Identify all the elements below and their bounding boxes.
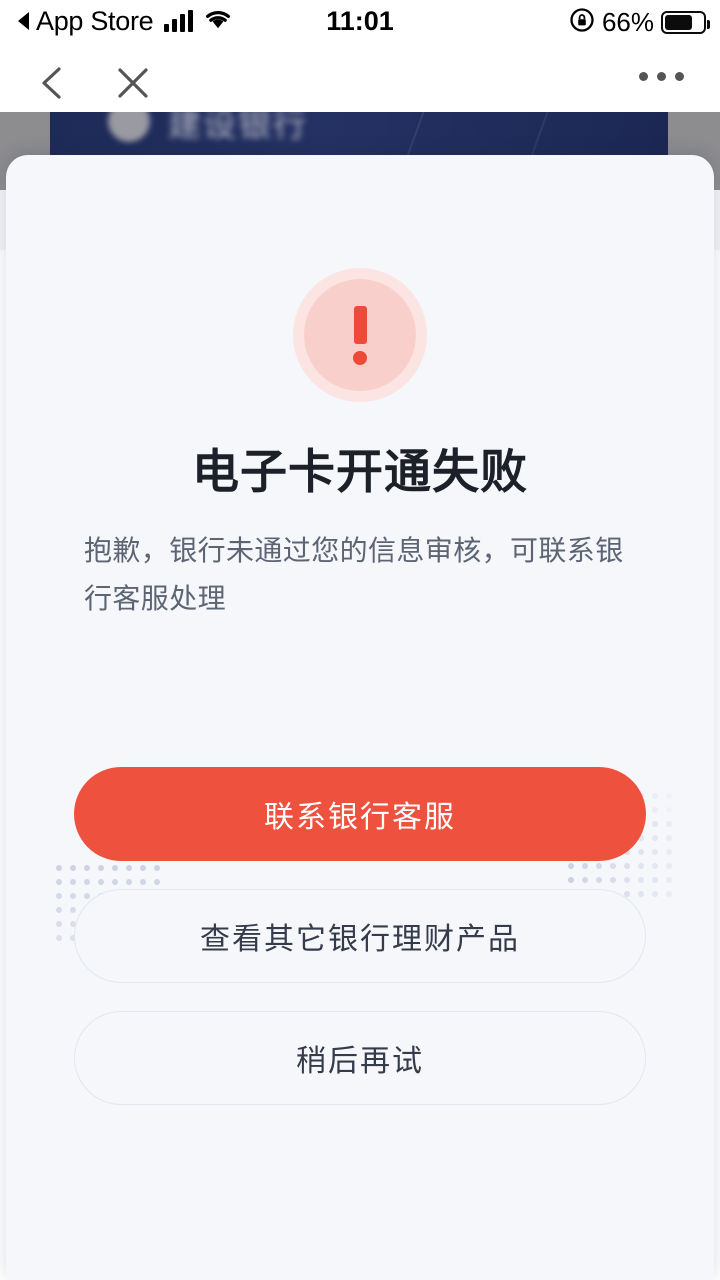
dot [624, 863, 630, 869]
more-dot [675, 72, 684, 81]
dot [652, 877, 658, 883]
dot [652, 821, 658, 827]
dot [568, 863, 574, 869]
modal-description: 抱歉，银行未通过您的信息审核，可联系银行客服处理 [84, 535, 624, 614]
webview-nav-bar [0, 50, 720, 112]
dot [666, 891, 672, 897]
dot [610, 863, 616, 869]
result-modal-card: 电子卡开通失败 抱歉，银行未通过您的信息审核，可联系银行客服处理 联系银行客服 … [6, 155, 714, 1280]
dot [652, 835, 658, 841]
phone-screen: App Store 11:01 66% 建设银行 电子卡开通失败 抱歉，银行未通… [0, 0, 720, 1280]
dot [666, 849, 672, 855]
status-bar: App Store 11:01 66% [0, 0, 720, 50]
dot [56, 893, 62, 899]
dot [652, 807, 658, 813]
dot [126, 865, 132, 871]
dot-row [52, 861, 164, 875]
contact-bank-service-button[interactable]: 联系银行客服 [74, 767, 646, 861]
error-exclamation-icon [293, 268, 427, 402]
status-bar-right: 66% [569, 7, 710, 38]
dot [140, 865, 146, 871]
dot [98, 879, 104, 885]
back-button[interactable] [32, 62, 74, 104]
dot [56, 921, 62, 927]
dot [596, 877, 602, 883]
dot [638, 863, 644, 869]
dot-row [564, 859, 676, 873]
retry-later-button[interactable]: 稍后再试 [74, 1011, 646, 1105]
dot [70, 893, 76, 899]
battery-icon [661, 11, 710, 34]
dot [666, 835, 672, 841]
dot-row [52, 875, 164, 889]
dot [666, 877, 672, 883]
dot [568, 877, 574, 883]
dot [112, 865, 118, 871]
dot [84, 879, 90, 885]
dot [666, 807, 672, 813]
dot [112, 879, 118, 885]
dot [666, 793, 672, 799]
page-title: 电子卡开通失败 [192, 445, 528, 498]
dot [638, 891, 644, 897]
dot [56, 935, 62, 941]
dot [84, 865, 90, 871]
rotation-lock-icon [569, 7, 595, 38]
exclamation-dot [353, 350, 367, 365]
dot [70, 907, 76, 913]
dot [666, 863, 672, 869]
dot [666, 821, 672, 827]
dot [154, 879, 160, 885]
close-button[interactable] [112, 62, 154, 104]
bank-logo-icon [108, 112, 150, 142]
dot [56, 865, 62, 871]
dot [140, 879, 146, 885]
more-dot [639, 72, 648, 81]
dot [596, 863, 602, 869]
dot-row [564, 873, 676, 887]
dot [70, 879, 76, 885]
dot [652, 849, 658, 855]
dot [638, 877, 644, 883]
dot [84, 893, 90, 899]
dot [98, 865, 104, 871]
dot [610, 877, 616, 883]
more-options-button[interactable] [639, 72, 684, 81]
bank-name-label: 建设银行 [168, 112, 308, 143]
dot [56, 907, 62, 913]
dot [624, 877, 630, 883]
view-other-bank-products-button[interactable]: 查看其它银行理财产品 [74, 889, 646, 983]
dot [126, 879, 132, 885]
dot [154, 865, 160, 871]
error-icon-inner-circle [304, 279, 416, 391]
dot [652, 863, 658, 869]
dot [652, 793, 658, 799]
dot [638, 849, 644, 855]
dot [56, 879, 62, 885]
dot [582, 863, 588, 869]
more-dot [657, 72, 666, 81]
dot [652, 891, 658, 897]
battery-percent-label: 66% [601, 7, 654, 37]
dot [582, 877, 588, 883]
exclamation-bar [353, 305, 367, 344]
dot [70, 865, 76, 871]
